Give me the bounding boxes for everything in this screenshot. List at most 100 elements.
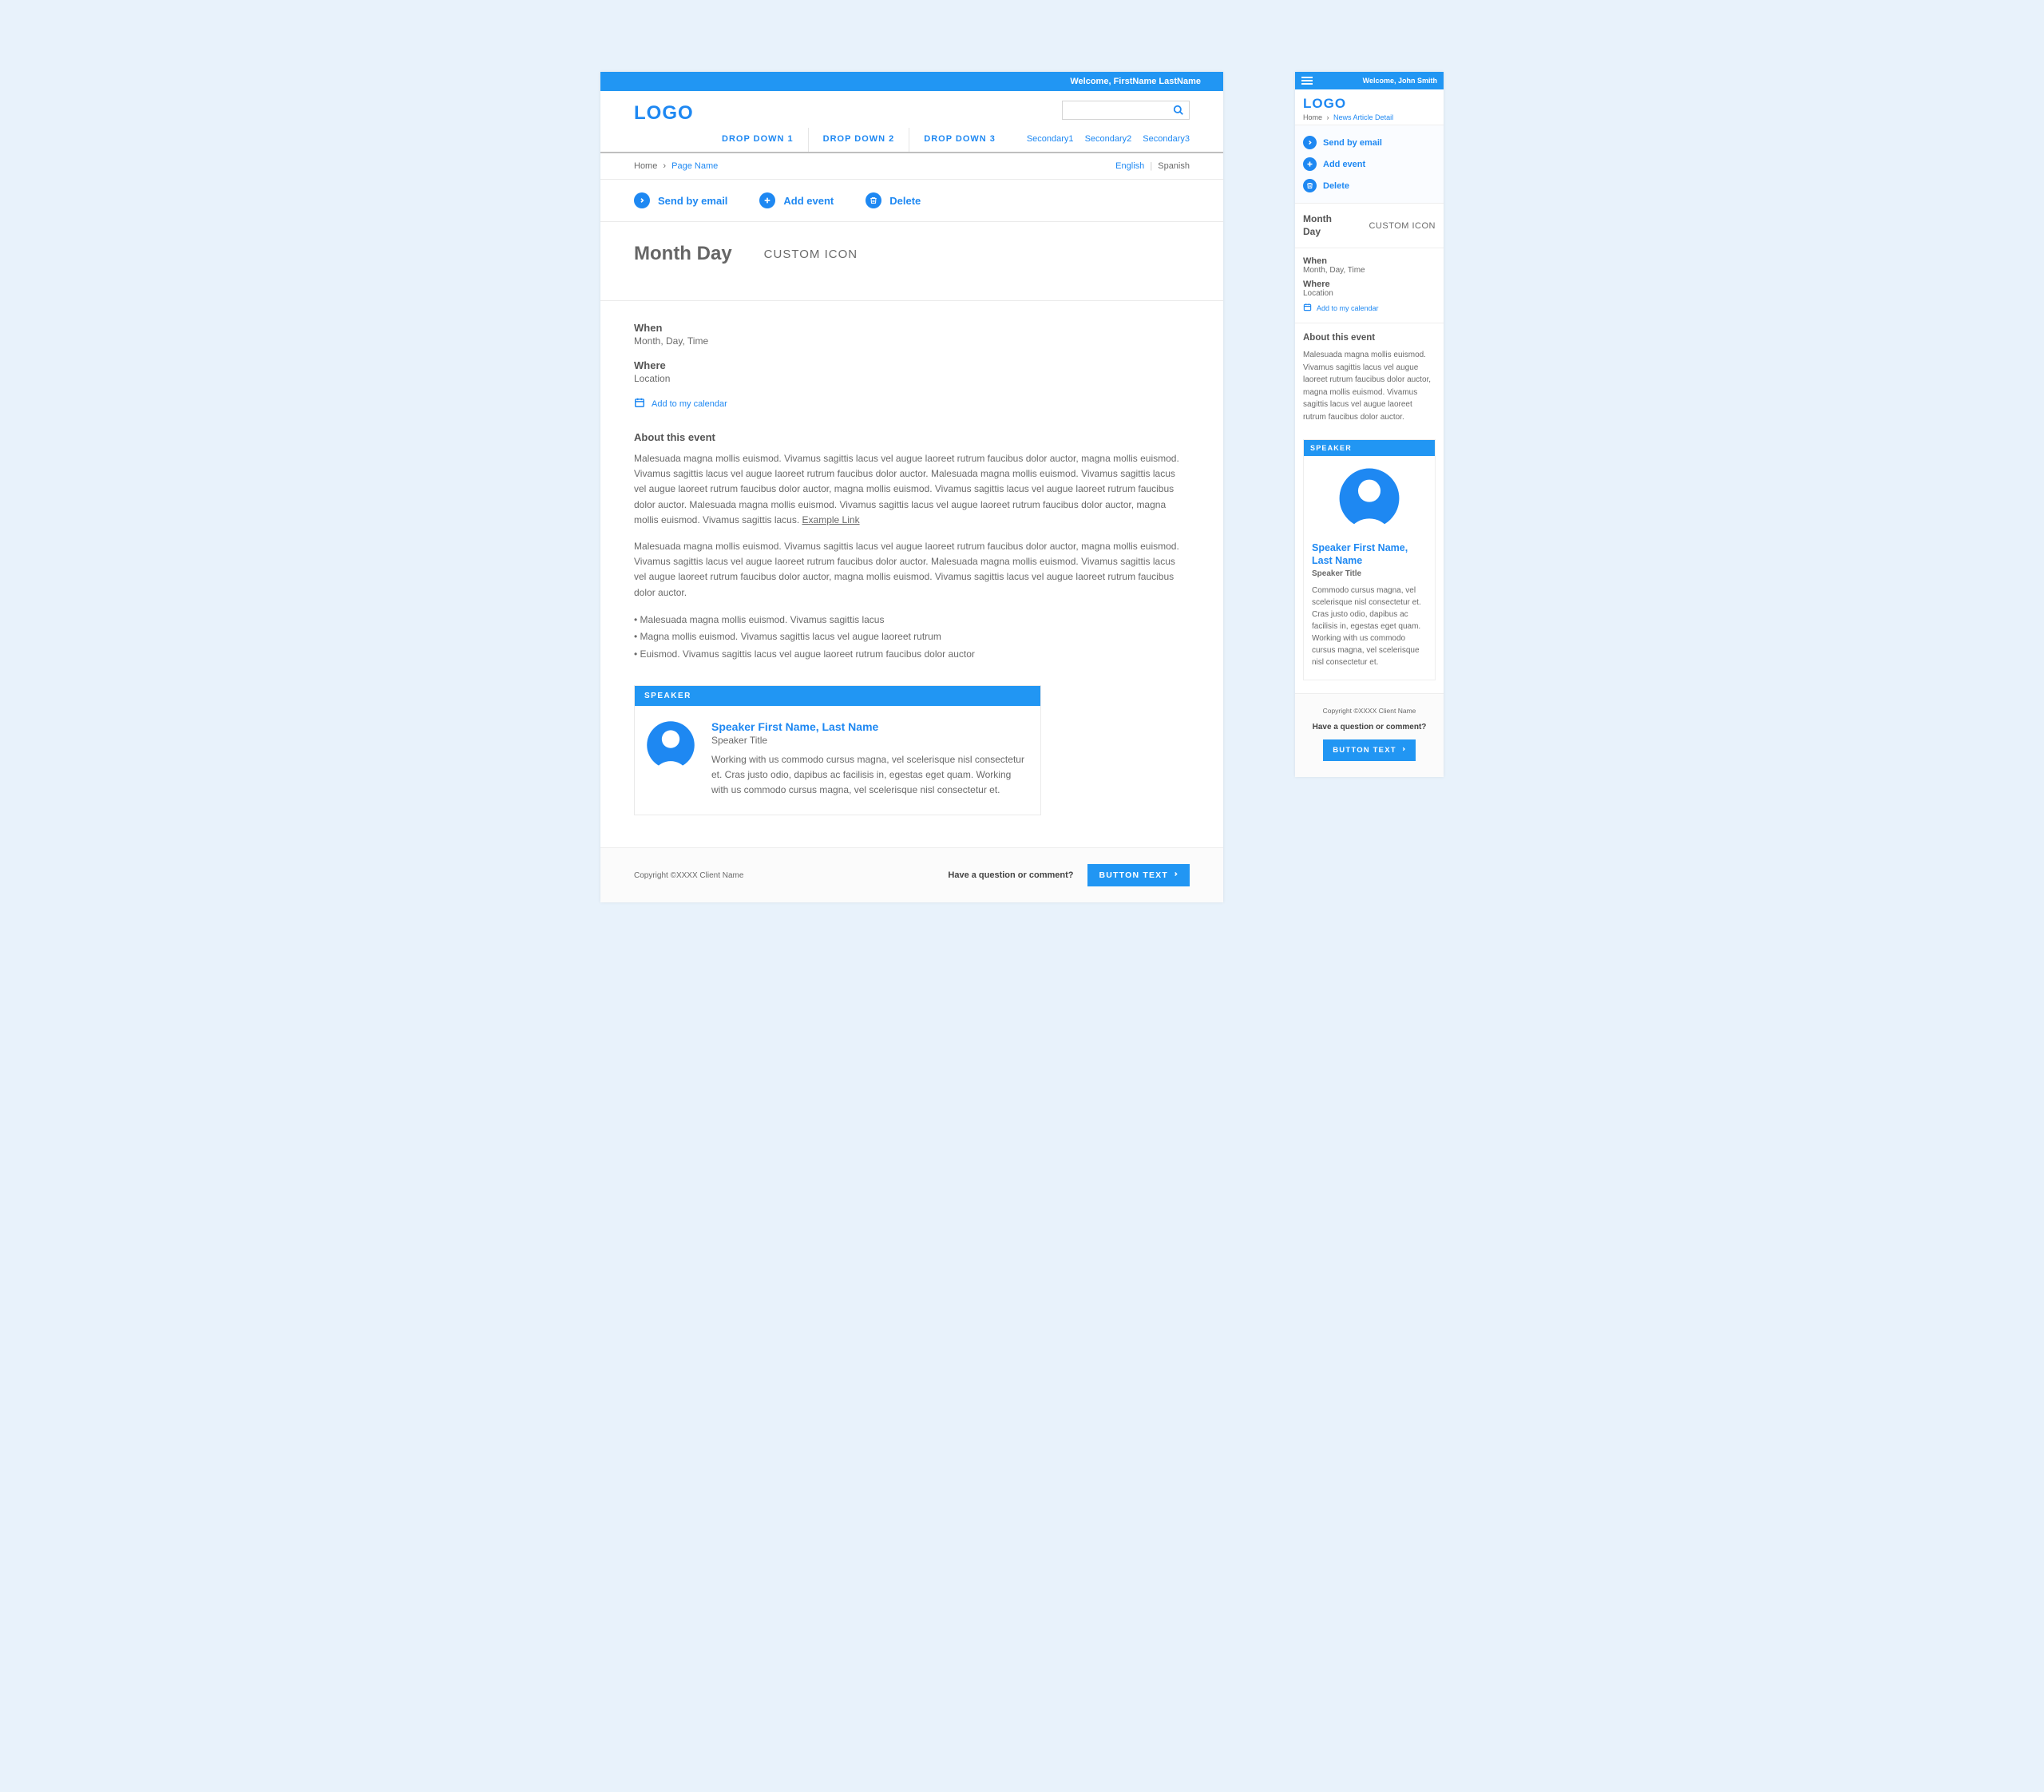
mobile-frame: Welcome, John Smith LOGO Home › News Art…: [1295, 72, 1444, 777]
about-text: Malesuada magna mollis euismod. Vivamus …: [1303, 349, 1436, 423]
about-heading: About this event: [1303, 333, 1436, 343]
bullet-text: Malesuada magna mollis euismod. Vivamus …: [640, 614, 885, 625]
plus-icon: [1303, 157, 1317, 171]
send-by-email-button[interactable]: Send by email: [1303, 132, 1436, 153]
mobile-footer: Copyright ©XXXX Client Name Have a quest…: [1295, 693, 1444, 777]
when-value: Month, Day, Time: [1303, 266, 1436, 275]
hamburger-icon[interactable]: [1301, 75, 1313, 86]
footer-question: Have a question or comment?: [1303, 723, 1436, 731]
title-area: Month Day CUSTOM ICON: [600, 222, 1223, 301]
bullet-text: Magna mollis euismod. Vivamus sagittis l…: [640, 631, 941, 642]
mobile-actions: Send by email Add event Delete: [1295, 125, 1444, 204]
bullet-text: Euismod. Vivamus sagittis lacus vel augu…: [640, 648, 975, 660]
breadcrumb-bar: Home › Page Name English | Spanish: [600, 152, 1223, 180]
secondary-link-1[interactable]: Secondary1: [1027, 134, 1074, 144]
cta-label: BUTTON TEXT: [1099, 870, 1168, 880]
top-utility-bar: Welcome, FirstName LastName: [600, 72, 1223, 91]
footer-cta-button[interactable]: BUTTON TEXT: [1087, 864, 1190, 886]
footer-cta-button[interactable]: BUTTON TEXT: [1323, 739, 1416, 761]
cta-label: BUTTON TEXT: [1333, 746, 1396, 755]
speaker-heading: SPEAKER: [635, 686, 1040, 706]
desktop-frame: Welcome, FirstName LastName LOGO DROP DO…: [600, 72, 1223, 902]
delete-button[interactable]: Delete: [866, 192, 921, 208]
page-title: Month Day: [1303, 213, 1351, 238]
where-value: Location: [634, 373, 1190, 384]
lang-english[interactable]: English: [1115, 161, 1144, 171]
bullet-item: • Euismod. Vivamus sagittis lacus vel au…: [634, 646, 1190, 664]
logo[interactable]: LOGO: [1303, 96, 1436, 112]
page-actions: Send by email Add event Delete: [600, 180, 1223, 222]
nav-dropdown-1[interactable]: DROP DOWN 1: [707, 128, 809, 152]
search-icon[interactable]: [1173, 105, 1184, 116]
custom-icon-placeholder: CUSTOM ICON: [764, 248, 858, 261]
when-label: When: [634, 322, 1190, 334]
add-to-calendar-link[interactable]: Add to my calendar: [634, 397, 1190, 410]
breadcrumb: Home › Page Name: [634, 161, 718, 171]
copyright: Copyright ©XXXX Client Name: [634, 871, 743, 880]
mobile-about: About this event Malesuada magna mollis …: [1295, 323, 1444, 434]
send-label: Send by email: [1323, 138, 1382, 148]
nav-dropdown-2[interactable]: DROP DOWN 2: [809, 128, 910, 152]
secondary-nav: Secondary1 Secondary2 Secondary3: [1027, 134, 1190, 152]
lang-spanish[interactable]: Spanish: [1158, 161, 1190, 171]
bullet-list: • Malesuada magna mollis euismod. Vivamu…: [634, 612, 1190, 664]
send-by-email-button[interactable]: Send by email: [634, 192, 727, 208]
welcome-text: Welcome, John Smith: [1363, 77, 1437, 85]
lang-sep: |: [1150, 161, 1152, 171]
add-event-button[interactable]: Add event: [759, 192, 834, 208]
speaker-heading: SPEAKER: [1304, 440, 1435, 456]
about-paragraph-2: Malesuada magna mollis euismod. Vivamus …: [634, 539, 1190, 601]
delete-label: Delete: [1323, 181, 1349, 191]
where-label: Where: [1303, 280, 1436, 289]
chevron-right-icon: [634, 192, 650, 208]
avatar: [1338, 467, 1400, 529]
language-selector: English | Spanish: [1115, 161, 1190, 171]
breadcrumb-home[interactable]: Home: [634, 161, 657, 171]
breadcrumb-page[interactable]: Page Name: [671, 161, 718, 171]
primary-nav: DROP DOWN 1 DROP DOWN 2 DROP DOWN 3: [707, 128, 1010, 152]
speaker-card: SPEAKER Speaker First Name, Last Name Sp…: [634, 685, 1041, 815]
site-header: LOGO DROP DOWN 1 DROP DOWN 2 DROP DOWN 3…: [600, 91, 1223, 152]
breadcrumb-sep: ›: [1327, 113, 1329, 121]
breadcrumb-page[interactable]: News Article Detail: [1333, 113, 1393, 121]
bullet-item: • Magna mollis euismod. Vivamus sagittis…: [634, 628, 1190, 646]
add-label: Add event: [783, 195, 834, 207]
calendar-link-label: Add to my calendar: [652, 399, 727, 409]
where-value: Location: [1303, 289, 1436, 298]
paragraph-1-text: Malesuada magna mollis euismod. Vivamus …: [634, 453, 1179, 525]
breadcrumb-home[interactable]: Home: [1303, 113, 1322, 121]
chevron-right-icon: [1173, 870, 1178, 880]
plus-icon: [759, 192, 775, 208]
where-field: Where Location: [634, 359, 1190, 384]
speaker-title: Speaker Title: [1312, 569, 1427, 578]
example-link[interactable]: Example Link: [802, 514, 860, 525]
add-event-button[interactable]: Add event: [1303, 153, 1436, 175]
speaker-bio: Commodo cursus magna, vel scelerisque ni…: [1312, 585, 1427, 668]
search-input[interactable]: [1062, 101, 1190, 120]
breadcrumb-sep: ›: [663, 161, 666, 171]
speaker-bio: Working with us commodo cursus magna, ve…: [711, 752, 1029, 797]
when-label: When: [1303, 256, 1436, 266]
secondary-link-2[interactable]: Secondary2: [1085, 134, 1132, 144]
delete-button[interactable]: Delete: [1303, 175, 1436, 196]
search-wrap: [1062, 101, 1190, 120]
footer: Copyright ©XXXX Client Name Have a quest…: [600, 847, 1223, 902]
add-label: Add event: [1323, 160, 1365, 169]
chevron-right-icon: [1401, 746, 1406, 755]
content-area: When Month, Day, Time Where Location Add…: [600, 301, 1223, 847]
secondary-link-3[interactable]: Secondary3: [1143, 134, 1190, 144]
copyright: Copyright ©XXXX Client Name: [1303, 707, 1436, 715]
bullet-item: • Malesuada magna mollis euismod. Vivamu…: [634, 612, 1190, 629]
custom-icon-placeholder: CUSTOM ICON: [1369, 221, 1436, 231]
page-title: Month Day: [634, 243, 732, 265]
speaker-title: Speaker Title: [711, 735, 1029, 746]
mobile-speaker-card: SPEAKER Speaker First Name, Last Name Sp…: [1303, 439, 1436, 680]
add-to-calendar-link[interactable]: Add to my calendar: [1303, 303, 1436, 313]
speaker-name: Speaker First Name, Last Name: [711, 720, 1029, 733]
delete-label: Delete: [889, 195, 921, 207]
welcome-text: Welcome, FirstName LastName: [1070, 77, 1201, 86]
speaker-name: Speaker First Name, Last Name: [1312, 541, 1427, 568]
mobile-fields: When Month, Day, Time Where Location Add…: [1295, 248, 1444, 323]
trash-icon: [866, 192, 881, 208]
nav-dropdown-3[interactable]: DROP DOWN 3: [909, 128, 1010, 152]
